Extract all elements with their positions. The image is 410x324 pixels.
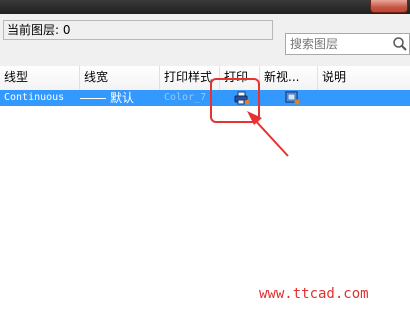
- column-header-lineweight[interactable]: 线宽: [80, 66, 160, 90]
- search-input[interactable]: [286, 34, 390, 54]
- close-button[interactable]: [370, 0, 408, 13]
- column-header-row: 线型 线宽 打印样式 打印 新视... 说明: [0, 66, 410, 91]
- column-header-new-vp-freeze[interactable]: 新视...: [260, 66, 318, 90]
- title-bar: [0, 0, 410, 14]
- plotstyle-cell: Color_7: [164, 92, 207, 103]
- search-icon[interactable]: [392, 36, 408, 52]
- annotation-arrow-icon: [247, 111, 289, 157]
- lineweight-cell[interactable]: 默认: [110, 90, 158, 106]
- lineweight-swatch: [80, 98, 106, 99]
- linetype-cell[interactable]: Continuous: [4, 90, 76, 106]
- layer-row[interactable]: Continuous 默认 Color_7: [0, 90, 410, 106]
- watermark-text: www.ttcad.com: [259, 286, 369, 302]
- current-layer-label: 当前图层: 0: [3, 20, 273, 40]
- description-cell[interactable]: [322, 90, 406, 106]
- column-header-description[interactable]: 说明: [318, 66, 410, 90]
- viewport-freeze-icon[interactable]: [285, 91, 301, 105]
- search-box[interactable]: [285, 33, 410, 55]
- column-header-linetype[interactable]: 线型: [0, 66, 80, 90]
